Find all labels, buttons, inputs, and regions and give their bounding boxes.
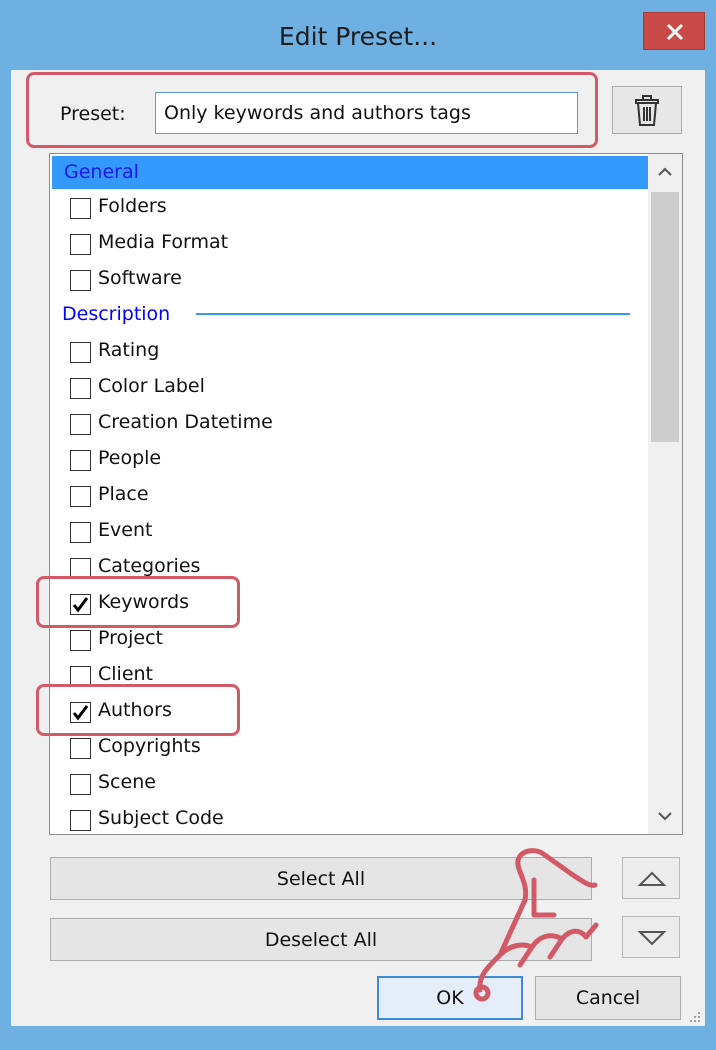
checkbox[interactable]: [70, 450, 91, 471]
checkbox[interactable]: [70, 378, 91, 399]
checkbox[interactable]: [70, 522, 91, 543]
item-label: People: [98, 447, 162, 469]
list-item[interactable]: Rating: [50, 334, 648, 370]
item-label: Media Format: [98, 231, 229, 253]
authors-highlight: [36, 684, 240, 736]
list-item[interactable]: Scene: [50, 766, 648, 802]
list-item[interactable]: Media Format: [50, 226, 648, 262]
checkbox[interactable]: [70, 198, 91, 219]
close-button[interactable]: [643, 12, 705, 50]
title-bar[interactable]: Edit Preset...: [0, 0, 716, 70]
scrollbar-thumb[interactable]: [651, 192, 679, 442]
list-item[interactable]: Software: [50, 262, 648, 298]
description-header-row: Description: [50, 298, 648, 334]
item-label: Event: [98, 519, 153, 541]
group-separator-line: [196, 313, 630, 315]
pointing-hand-icon: [473, 848, 599, 1002]
keywords-highlight: [36, 576, 240, 628]
checkbox[interactable]: [70, 342, 91, 363]
checkbox[interactable]: [70, 810, 91, 831]
general-header-selection[interactable]: General: [52, 156, 648, 189]
resize-grip-icon[interactable]: [686, 1008, 702, 1024]
scroll-up-button[interactable]: [648, 154, 682, 190]
chevron-up-icon: [658, 167, 672, 176]
list-item[interactable]: Color Label: [50, 370, 648, 406]
checkbox[interactable]: [70, 270, 91, 291]
item-label: Place: [98, 483, 149, 505]
item-label: Creation Datetime: [98, 411, 273, 433]
preset-name-input[interactable]: [155, 92, 578, 134]
item-label: Color Label: [98, 375, 205, 397]
move-up-button[interactable]: [622, 857, 680, 899]
checkbox[interactable]: [70, 774, 91, 795]
list-item[interactable]: Place: [50, 478, 648, 514]
item-label: Software: [98, 267, 182, 289]
edit-preset-window: Edit Preset... Preset: General Folders: [0, 0, 716, 1050]
vertical-scrollbar[interactable]: [648, 154, 682, 834]
window-title: Edit Preset...: [278, 22, 438, 51]
list-item[interactable]: Event: [50, 514, 648, 550]
preset-label: Preset:: [60, 103, 126, 125]
list-item[interactable]: Creation Datetime: [50, 406, 648, 442]
move-down-button[interactable]: [622, 916, 680, 958]
trash-icon: [635, 95, 659, 126]
item-label: Subject Code: [98, 807, 224, 829]
item-label: Folders: [98, 195, 167, 217]
triangle-up-icon: [637, 871, 667, 886]
checkbox[interactable]: [70, 414, 91, 435]
item-label: Scene: [98, 771, 156, 793]
delete-preset-button[interactable]: [612, 86, 682, 134]
checkbox[interactable]: [70, 630, 91, 651]
item-label: Rating: [98, 339, 160, 361]
scroll-down-button[interactable]: [648, 798, 682, 834]
close-icon: [666, 23, 684, 41]
checkbox[interactable]: [70, 486, 91, 507]
chevron-down-icon: [658, 812, 672, 821]
checkbox[interactable]: [70, 234, 91, 255]
item-label: Copyrights: [98, 735, 201, 757]
triangle-down-icon: [637, 931, 667, 946]
item-label: Client: [98, 663, 154, 685]
item-label: Categories: [98, 555, 201, 577]
checkbox[interactable]: [70, 738, 91, 759]
list-item[interactable]: Folders: [50, 190, 648, 226]
general-header: General: [64, 161, 139, 183]
item-label: Project: [98, 627, 164, 649]
description-header: Description: [62, 303, 171, 325]
list-item[interactable]: People: [50, 442, 648, 478]
